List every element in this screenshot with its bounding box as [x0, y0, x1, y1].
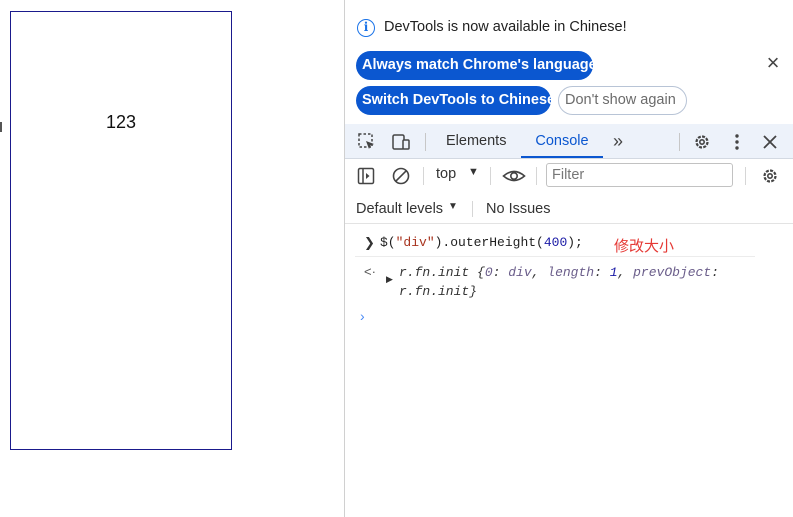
- default-levels-dropdown[interactable]: Default levels: [356, 201, 443, 217]
- toolbar-divider: [423, 167, 424, 185]
- console-input-line[interactable]: $("div").outerHeight(400);: [380, 235, 583, 250]
- console-result-line[interactable]: r.fn.init {0: div, length: 1, prevObject…: [399, 263, 759, 301]
- clear-console-icon[interactable]: [391, 166, 411, 186]
- result-value: div: [508, 265, 532, 280]
- result-key: 0: [484, 265, 493, 280]
- page-div-box: 123: [10, 11, 232, 450]
- result-key: prevObject: [633, 265, 712, 280]
- device-toolbar-icon[interactable]: [391, 132, 411, 152]
- page-div-text: 123: [105, 112, 137, 132]
- row-divider: [355, 256, 755, 257]
- info-icon: i: [357, 19, 375, 37]
- inspect-element-icon[interactable]: [357, 132, 377, 152]
- console-prompt-chevron-icon[interactable]: ›: [360, 308, 365, 324]
- annotation-text: 修改大小: [614, 238, 675, 255]
- code-number: 400: [543, 235, 568, 250]
- sidebar-toggle-icon[interactable]: [356, 166, 376, 186]
- switch-chinese-button[interactable]: Switch DevTools to Chinese: [356, 86, 555, 115]
- result-text: r.fn.init {: [399, 265, 485, 280]
- gear-icon[interactable]: [692, 132, 712, 152]
- match-language-button[interactable]: Always match Chrome's language: [356, 51, 597, 80]
- code-text: );: [567, 235, 583, 250]
- dont-show-again-button[interactable]: Don't show again: [558, 86, 687, 115]
- kebab-menu-icon[interactable]: [727, 132, 747, 152]
- chevron-down-icon[interactable]: ▼: [448, 201, 458, 212]
- console-settings-gear-icon[interactable]: [760, 166, 780, 186]
- tab-elements[interactable]: Elements: [446, 124, 506, 158]
- close-devtools-icon[interactable]: [760, 132, 780, 152]
- live-expression-icon[interactable]: [502, 166, 526, 186]
- log-levels-bar: Default levels ▼ No Issues: [345, 193, 793, 224]
- context-selector[interactable]: top: [436, 166, 456, 182]
- code-string: "div": [395, 235, 435, 250]
- result-value: 1: [609, 265, 618, 280]
- chevron-down-icon[interactable]: ▼: [468, 166, 479, 178]
- toolbar-divider: [472, 201, 473, 217]
- result-value: r.fn.init: [399, 284, 470, 299]
- console-toolbar: top ▼: [345, 159, 793, 193]
- issues-counter[interactable]: No Issues: [486, 201, 550, 217]
- language-infobar: i DevTools is now available in Chinese! …: [345, 0, 793, 124]
- toolbar-divider: [679, 133, 680, 151]
- result-key: length: [547, 265, 595, 280]
- code-text: $(: [380, 235, 396, 250]
- infobar-message: DevTools is now available in Chinese!: [384, 19, 627, 35]
- page-edge-mark: [0, 122, 2, 132]
- tab-console[interactable]: Console: [521, 124, 603, 158]
- toolbar-divider: [425, 133, 426, 151]
- input-chevron-icon: ❯: [364, 235, 375, 250]
- expand-triangle-icon[interactable]: ▶: [386, 274, 393, 285]
- code-text: ).outerHeight(: [434, 235, 544, 250]
- devtools-panel: i DevTools is now available in Chinese! …: [344, 0, 793, 517]
- more-tabs-button[interactable]: »: [606, 124, 626, 158]
- toolbar-divider: [745, 167, 746, 185]
- return-arrow-icon: <·: [364, 264, 376, 279]
- toolbar-divider: [536, 167, 537, 185]
- close-icon[interactable]: ×: [763, 52, 783, 74]
- console-filter-input[interactable]: [546, 163, 733, 187]
- toolbar-divider: [490, 167, 491, 185]
- page-viewport: 123: [0, 0, 344, 517]
- result-text: }: [469, 284, 478, 299]
- devtools-tab-bar: Elements Console »: [345, 124, 793, 159]
- console-output[interactable]: ❯ $("div").outerHeight(400); 修改大小 <· ▶ r…: [345, 225, 793, 517]
